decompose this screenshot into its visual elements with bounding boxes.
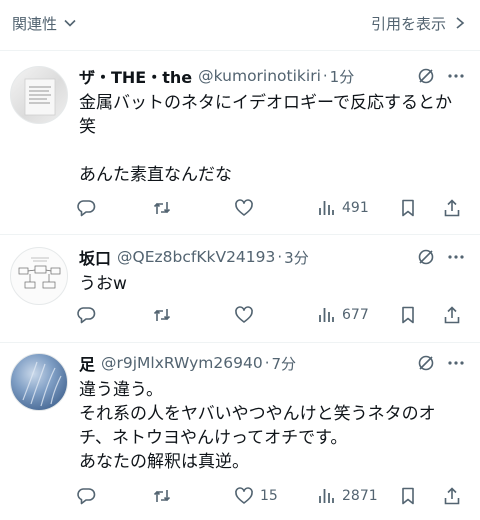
- like-icon: [235, 306, 253, 323]
- display-name[interactable]: 足: [79, 351, 95, 375]
- retweet-button[interactable]: [152, 486, 234, 506]
- user-handle[interactable]: @r9jMlxRWym26940: [101, 354, 263, 372]
- reply-icon: [77, 307, 96, 324]
- reply-item[interactable]: 足 @r9jMlxRWym26940 · 7分 違う違う。 それ系の人をヤバいや…: [0, 343, 480, 520]
- reply-text: 違う違う。 それ系の人をヤバいやつやんけと笑うネタのオチ、ネトウヨやんけってオチ…: [79, 380, 436, 472]
- avatar[interactable]: [10, 66, 68, 124]
- share-icon: [444, 199, 460, 217]
- display-name[interactable]: ザ・THE・the: [79, 64, 192, 88]
- timestamp[interactable]: 7分: [271, 353, 296, 374]
- reply-button[interactable]: [76, 198, 152, 218]
- reply-icon: [77, 488, 96, 505]
- reply-item[interactable]: 坂口 @QEz8bcfKkV24193 · 3分 うおw 677: [0, 235, 480, 343]
- user-handle[interactable]: @QEz8bcfKkV24193: [117, 248, 275, 266]
- share-button[interactable]: [442, 486, 462, 506]
- sort-dropdown[interactable]: 関連性: [12, 13, 77, 34]
- reply-text: うおw: [79, 274, 127, 294]
- timestamp[interactable]: 3分: [284, 247, 309, 268]
- views-icon: [319, 201, 334, 215]
- share-icon: [444, 487, 460, 505]
- views-icon: [319, 308, 334, 322]
- view-quotes-label: 引用を表示: [370, 14, 446, 33]
- share-button[interactable]: [442, 305, 462, 325]
- retweet-icon: [153, 309, 171, 321]
- retweet-icon: [153, 202, 171, 214]
- like-button[interactable]: 15: [234, 486, 316, 506]
- reply-item[interactable]: ザ・THE・the @kumorinotikiri · 1分 金属バットのネタに…: [0, 51, 480, 235]
- chevron-right-icon: [456, 17, 465, 29]
- view-quotes-link[interactable]: 引用を表示: [371, 13, 466, 34]
- retweet-button[interactable]: [152, 305, 234, 325]
- bookmark-button[interactable]: [398, 198, 442, 218]
- more-icon[interactable]: [446, 66, 466, 86]
- bookmark-icon: [402, 306, 414, 324]
- like-icon: [235, 199, 253, 216]
- mute-icon[interactable]: [416, 66, 436, 86]
- views-button[interactable]: 491: [316, 198, 398, 218]
- mute-icon[interactable]: [416, 353, 436, 373]
- separator-dot: ·: [264, 354, 270, 372]
- bookmark-icon: [402, 199, 414, 217]
- view-count: 491: [342, 200, 369, 216]
- like-count: 15: [260, 488, 278, 504]
- user-handle[interactable]: @kumorinotikiri: [198, 67, 321, 85]
- more-icon[interactable]: [446, 247, 466, 267]
- views-button[interactable]: 2871: [316, 486, 398, 506]
- separator-dot: ·: [322, 67, 328, 85]
- reply-button[interactable]: [76, 305, 152, 325]
- retweet-icon: [153, 490, 171, 502]
- like-button[interactable]: [234, 305, 316, 325]
- separator-dot: ·: [277, 248, 283, 266]
- avatar[interactable]: [10, 353, 68, 411]
- view-count: 677: [342, 307, 369, 323]
- views-button[interactable]: 677: [316, 305, 398, 325]
- bookmark-icon: [402, 487, 414, 505]
- reply-button[interactable]: [76, 486, 152, 506]
- timestamp[interactable]: 1分: [330, 66, 355, 87]
- avatar[interactable]: [10, 247, 68, 305]
- reply-icon: [77, 200, 96, 217]
- bookmark-button[interactable]: [398, 305, 442, 325]
- avatar-image: [22, 361, 62, 407]
- mute-icon[interactable]: [416, 247, 436, 267]
- views-icon: [319, 489, 334, 503]
- more-icon[interactable]: [446, 353, 466, 373]
- chevron-down-icon: [64, 19, 76, 27]
- reply-text: 金属バットのネタにイデオロギーで反応するとか笑 あんた素直なんだな: [79, 93, 452, 185]
- like-button[interactable]: [234, 198, 316, 218]
- avatar-image: [18, 257, 61, 289]
- share-button[interactable]: [442, 198, 462, 218]
- replies-topbar: 関連性 引用を表示: [0, 0, 480, 46]
- share-icon: [444, 306, 460, 324]
- sort-label: 関連性: [12, 14, 58, 33]
- view-count: 2871: [342, 488, 378, 504]
- avatar-image: [24, 78, 56, 116]
- like-icon: [235, 487, 253, 504]
- bookmark-button[interactable]: [398, 486, 442, 506]
- display-name[interactable]: 坂口: [79, 245, 111, 269]
- retweet-button[interactable]: [152, 198, 234, 218]
